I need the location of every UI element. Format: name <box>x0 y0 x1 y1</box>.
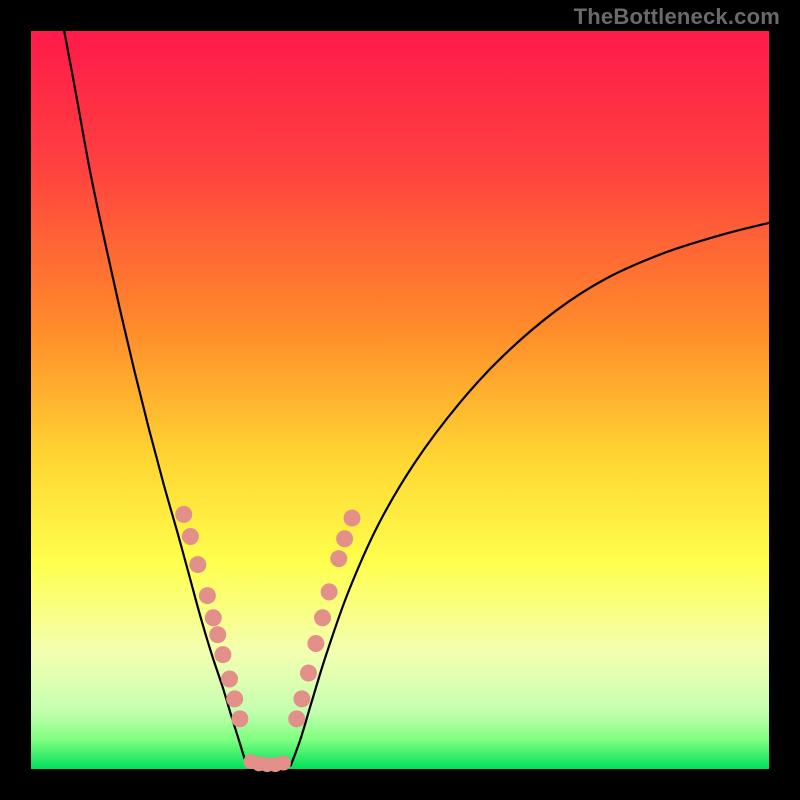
data-marker <box>314 609 331 626</box>
plot-area <box>31 31 769 769</box>
data-marker <box>344 510 361 527</box>
data-marker <box>293 690 310 707</box>
data-marker <box>307 635 324 652</box>
data-marker <box>221 670 238 687</box>
curve-right-arm <box>291 223 769 765</box>
watermark-text: TheBottleneck.com <box>574 4 780 30</box>
data-marker <box>199 587 216 604</box>
markers-right-group <box>288 510 360 728</box>
data-marker <box>189 556 206 573</box>
data-marker <box>231 710 248 727</box>
data-marker <box>209 626 226 643</box>
data-marker <box>300 665 317 682</box>
markers-floor-group <box>243 754 290 772</box>
chart-svg <box>31 31 769 769</box>
data-marker <box>226 690 243 707</box>
outer-frame: TheBottleneck.com <box>0 0 800 800</box>
data-marker <box>205 609 222 626</box>
data-marker <box>330 550 347 567</box>
data-marker <box>321 583 338 600</box>
data-marker <box>276 756 291 771</box>
data-marker <box>182 528 199 545</box>
data-marker <box>336 530 353 547</box>
data-marker <box>175 506 192 523</box>
markers-left-group <box>175 506 248 727</box>
data-marker <box>288 710 305 727</box>
data-marker <box>214 646 231 663</box>
